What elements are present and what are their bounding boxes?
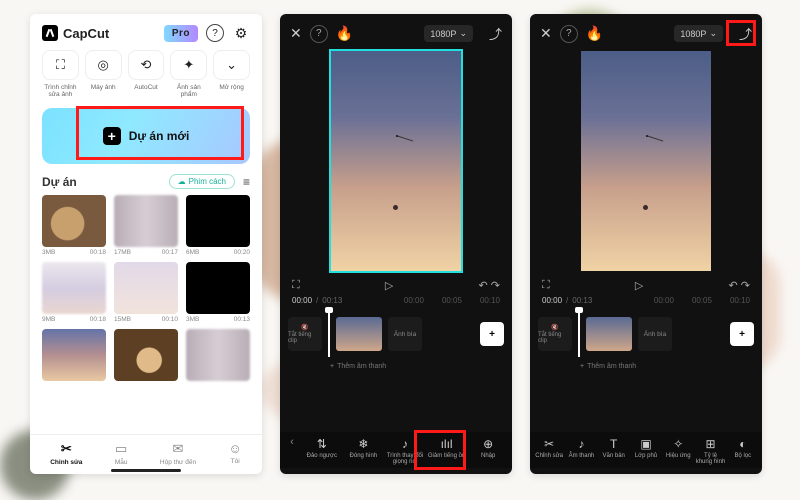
tool-camera[interactable]: ◎ (85, 50, 122, 80)
tool-filter[interactable]: ◐Bộ lọc (728, 436, 758, 462)
cover-button[interactable]: Ảnh bìa (388, 317, 422, 351)
chevron-down-icon: ⌄ (709, 28, 717, 39)
plus-icon: + (103, 127, 121, 145)
undo-icon[interactable]: ↶ ↷ (478, 279, 500, 292)
new-project-button[interactable]: + Dự án mới (42, 108, 250, 164)
project-thumb[interactable]: 15MB00:10 (114, 262, 178, 323)
resolution-selector[interactable]: 1080P⌄ (674, 25, 723, 42)
project-thumb[interactable]: 3MB00:13 (186, 262, 250, 323)
tool-text[interactable]: TVăn bản (599, 436, 629, 462)
tab-me[interactable]: ☺Tôi (229, 441, 242, 466)
tool-audio[interactable]: ♪Âm thanh (566, 436, 596, 462)
tool-import[interactable]: ⊕Nhập (468, 436, 508, 462)
play-icon[interactable]: ▷ (635, 279, 643, 292)
export-icon[interactable]: ⤴ (489, 24, 502, 43)
fullscreen-icon[interactable]: ⛶ (292, 279, 300, 292)
help-icon[interactable]: ? (310, 25, 328, 43)
help-icon[interactable]: ? (560, 25, 578, 43)
tool-expand[interactable]: ⌄ (213, 50, 250, 80)
flame-icon[interactable]: 🔥 (336, 25, 353, 42)
project-thumb[interactable] (114, 329, 178, 381)
tool-product-photo[interactable]: ✦ (170, 50, 207, 80)
tool-noise-reduction[interactable]: ılılGiảm tiếng ồn (427, 436, 467, 462)
tool-edit[interactable]: ✂Chỉnh sửa (534, 436, 564, 462)
app-logo: CapCut (42, 25, 109, 41)
add-audio-row[interactable]: +Thêm âm thanh (280, 361, 512, 376)
fullscreen-icon[interactable]: ⛶ (542, 279, 550, 292)
playhead[interactable] (578, 311, 580, 357)
project-thumb[interactable]: 9MB00:18 (42, 262, 106, 323)
tool-autocut[interactable]: ⟲ (128, 50, 165, 80)
bottom-tabbar: ✂Chỉnh sửa ▭Mẫu ✉Hộp thư đến ☺Tôi (30, 434, 262, 468)
video-preview[interactable] (331, 51, 461, 271)
project-thumb[interactable] (42, 329, 106, 381)
project-thumb[interactable]: 17MB00:17 (114, 195, 178, 256)
chevron-down-icon: ⌄ (459, 28, 467, 39)
export-icon[interactable]: ⤴ (739, 24, 752, 43)
add-clip-button[interactable]: + (730, 322, 754, 346)
cover-button[interactable]: Ảnh bìa (638, 317, 672, 351)
screen-editor-noise: ✕ ? 🔥 1080P⌄ ⤴ ⛶ ▷ ↶ ↷ 00:00/00:1300:000… (280, 14, 512, 474)
undo-icon[interactable]: ↶ ↷ (728, 279, 750, 292)
home-indicator (111, 469, 181, 472)
tool-photo-editor[interactable]: ⛶ (42, 50, 79, 80)
tool-overlay[interactable]: ▣Lớp phủ (631, 436, 661, 462)
play-icon[interactable]: ▷ (385, 279, 393, 292)
main-toolbar: ✂Chỉnh sửa ♪Âm thanh TVăn bản ▣Lớp phủ ✧… (530, 432, 762, 468)
sort-icon[interactable]: ≡ (243, 175, 250, 189)
scroll-left-icon[interactable]: ‹ (284, 436, 300, 448)
capcut-icon (42, 25, 58, 41)
cloud-button[interactable]: ☁ Phim cách (169, 174, 235, 189)
tool-reverse[interactable]: ⇅Đảo ngược (302, 436, 342, 462)
tab-templates[interactable]: ▭Mẫu (115, 441, 128, 466)
close-icon[interactable]: ✕ (540, 25, 552, 42)
flame-icon[interactable]: 🔥 (586, 25, 603, 42)
add-clip-button[interactable]: + (480, 322, 504, 346)
mute-clip-button[interactable]: 🔇Tắt tiếng clip (538, 317, 572, 351)
project-thumb[interactable]: 3MB00:18 (42, 195, 106, 256)
tab-edit[interactable]: ✂Chỉnh sửa (50, 441, 82, 466)
tab-inbox[interactable]: ✉Hộp thư đến (160, 441, 196, 466)
playhead[interactable] (328, 311, 330, 357)
close-icon[interactable]: ✕ (290, 25, 302, 42)
screen-home: CapCut Pro ? ⚙ ⛶ ◎ ⟲ ✦ ⌄ Trình chỉnh sửa… (30, 14, 262, 474)
add-audio-row[interactable]: +Thêm âm thanh (530, 361, 762, 376)
settings-icon[interactable]: ⚙ (232, 24, 250, 42)
mute-clip-button[interactable]: 🔇Tắt tiếng clip (288, 317, 322, 351)
pro-badge[interactable]: Pro (164, 25, 198, 42)
tool-freeze[interactable]: ❄Đóng hình (344, 436, 384, 462)
video-clip[interactable] (586, 317, 632, 351)
project-thumb[interactable]: 6MB00:20 (186, 195, 250, 256)
video-clip[interactable] (336, 317, 382, 351)
tool-effects[interactable]: ✧Hiệu ứng (663, 436, 693, 462)
tool-aspect-ratio[interactable]: ⊞Tỷ lệ khung hình (695, 436, 725, 468)
projects-heading: Dự án (42, 175, 77, 189)
app-name: CapCut (63, 26, 109, 41)
video-preview[interactable] (581, 51, 711, 271)
resolution-selector[interactable]: 1080P⌄ (424, 25, 473, 42)
clip-toolbar: ‹ ⇅Đảo ngược ❄Đóng hình ♪Trình thay đổi … (280, 432, 512, 468)
tool-voice-changer[interactable]: ♪Trình thay đổi giọng nói (385, 436, 425, 468)
timeline[interactable]: 🔇Tắt tiếng clip Ảnh bìa + (280, 307, 512, 361)
screen-editor-export: ✕ ? 🔥 1080P⌄ ⤴ ⛶ ▷ ↶ ↷ 00:00/00:1300:000… (530, 14, 762, 474)
project-thumb[interactable] (186, 329, 250, 381)
help-icon[interactable]: ? (206, 24, 224, 42)
timeline[interactable]: 🔇Tắt tiếng clip Ảnh bìa + (530, 307, 762, 361)
